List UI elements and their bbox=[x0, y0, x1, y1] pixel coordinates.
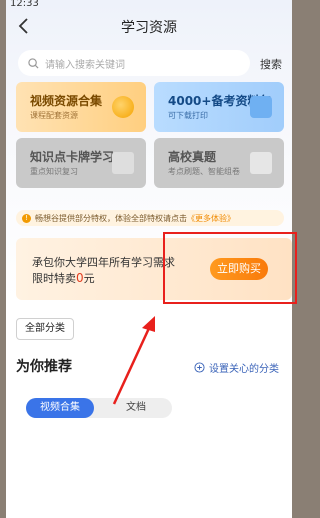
annotation-arrow bbox=[112, 316, 155, 405]
